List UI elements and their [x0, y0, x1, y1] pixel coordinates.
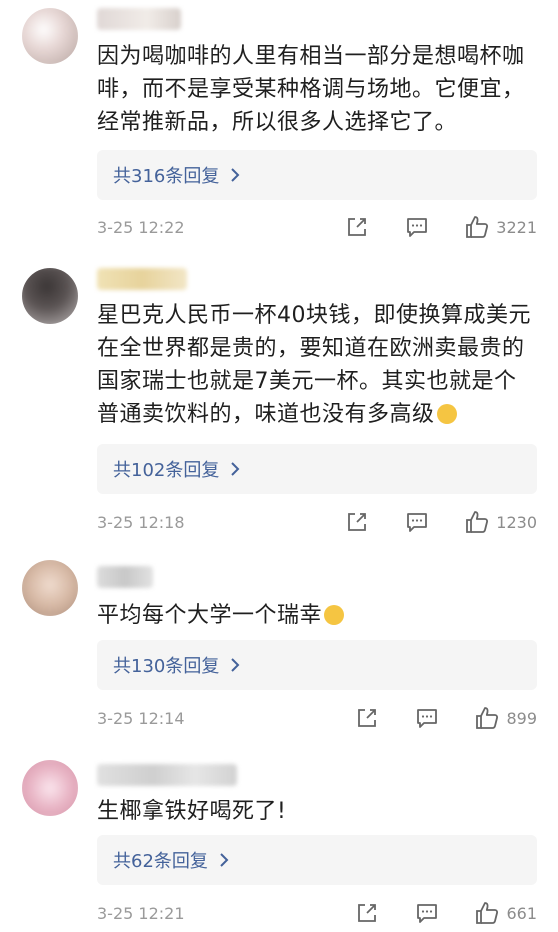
- comment-item: 因为喝咖啡的人里有相当一部分是想喝杯咖啡，而不是享受某种格调与场地。它便宜，经常…: [0, 0, 558, 252]
- view-replies-button[interactable]: 共102条回复: [97, 444, 537, 494]
- comment-text: 生椰拿铁好喝死了!: [97, 799, 287, 824]
- comment-meta: 3-25 12:21 661: [97, 898, 537, 928]
- username[interactable]: [97, 8, 181, 30]
- chevron-right-icon: [231, 168, 240, 182]
- avatar[interactable]: [22, 760, 78, 816]
- comment-text: 平均每个大学一个瑞幸: [97, 599, 537, 632]
- comment-time: 3-25 12:14: [97, 708, 185, 728]
- share-icon[interactable]: [354, 705, 380, 731]
- username[interactable]: [97, 764, 237, 786]
- avatar[interactable]: [22, 560, 78, 616]
- replies-count-label: 共62条回复: [113, 851, 208, 872]
- replies-count-label: 共102条回复: [113, 460, 220, 481]
- comment-time: 3-25 12:18: [97, 512, 185, 532]
- thumbs-up-icon[interactable]: [474, 705, 500, 731]
- chevron-right-icon: [220, 853, 229, 867]
- view-replies-button[interactable]: 共62条回复: [97, 835, 537, 885]
- laughing-emoji-icon: [436, 404, 457, 424]
- comment-item: 平均每个大学一个瑞幸 共130条回复 3-25 12:14 899: [0, 544, 558, 740]
- chevron-right-icon: [231, 658, 240, 672]
- username[interactable]: [97, 268, 187, 290]
- comment-item: 星巴克人民币一杯40块钱，即使换算成美元在全世界都是贵的，要知道在欧洲卖最贵的国…: [0, 252, 558, 544]
- laughing-emoji-icon: [324, 605, 345, 625]
- username[interactable]: [97, 566, 153, 588]
- comment-time: 3-25 12:22: [97, 217, 185, 237]
- comment-icon[interactable]: [414, 900, 440, 926]
- comment-text: 星巴克人民币一杯40块钱，即使换算成美元在全世界都是贵的，要知道在欧洲卖最贵的国…: [97, 303, 531, 427]
- comment-list: 因为喝咖啡的人里有相当一部分是想喝杯咖啡，而不是享受某种格调与场地。它便宜，经常…: [0, 0, 558, 932]
- comment-icon[interactable]: [404, 509, 430, 535]
- comment-icon[interactable]: [414, 705, 440, 731]
- replies-count-label: 共316条回复: [113, 166, 220, 187]
- comment-meta: 3-25 12:14 899: [97, 703, 537, 733]
- comment-meta: 3-25 12:18 1230: [97, 507, 537, 537]
- avatar[interactable]: [22, 8, 78, 64]
- comment-icon[interactable]: [404, 214, 430, 240]
- like-count: 3221: [496, 217, 537, 237]
- avatar[interactable]: [22, 268, 78, 324]
- view-replies-button[interactable]: 共316条回复: [97, 150, 537, 200]
- like-count: 661: [506, 903, 537, 923]
- view-replies-button[interactable]: 共130条回复: [97, 640, 537, 690]
- like-count: 1230: [496, 512, 537, 532]
- chevron-right-icon: [231, 462, 240, 476]
- share-icon[interactable]: [344, 509, 370, 535]
- like-count: 899: [506, 708, 537, 728]
- comment-item: 生椰拿铁好喝死了! 共62条回复 3-25 12:21 661: [0, 740, 558, 932]
- share-icon[interactable]: [354, 900, 380, 926]
- thumbs-up-icon[interactable]: [474, 900, 500, 926]
- thumbs-up-icon[interactable]: [464, 509, 490, 535]
- comment-meta: 3-25 12:22 3221: [97, 212, 537, 242]
- comment-time: 3-25 12:21: [97, 903, 185, 923]
- share-icon[interactable]: [344, 214, 370, 240]
- comment-text: 因为喝咖啡的人里有相当一部分是想喝杯咖啡，而不是享受某种格调与场地。它便宜，经常…: [97, 44, 525, 135]
- thumbs-up-icon[interactable]: [464, 214, 490, 240]
- replies-count-label: 共130条回复: [113, 656, 220, 677]
